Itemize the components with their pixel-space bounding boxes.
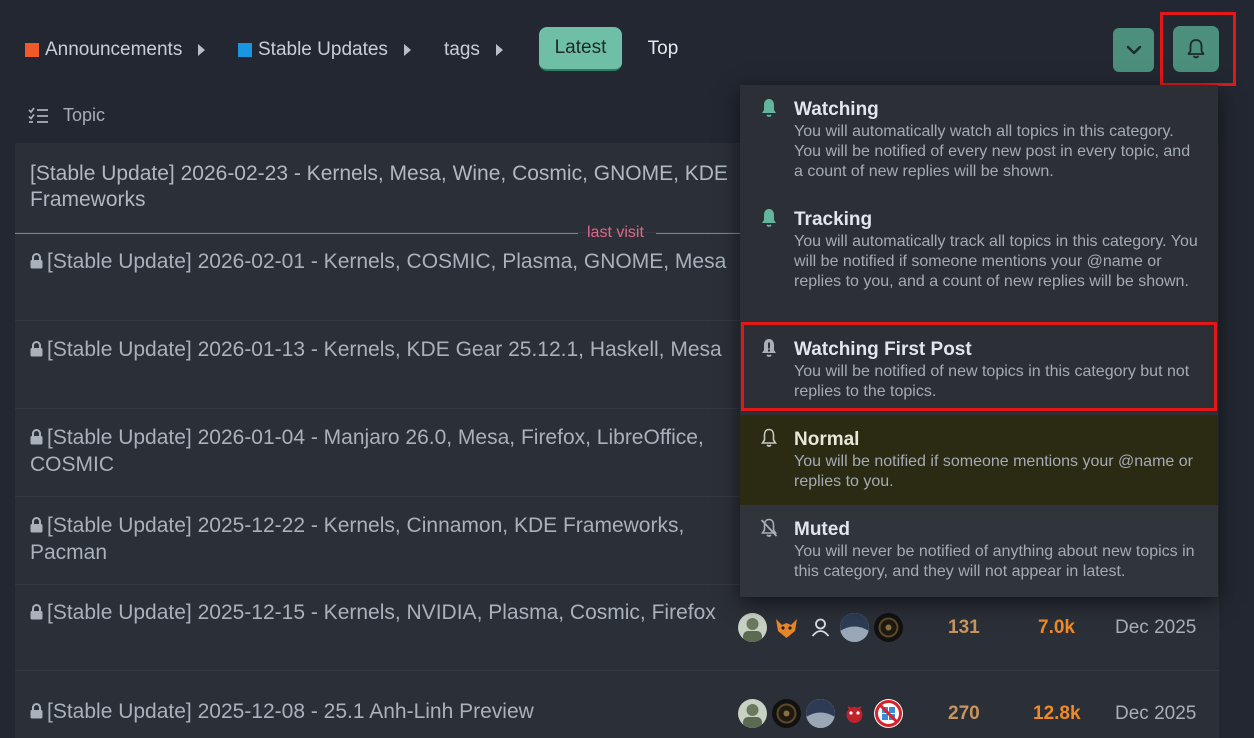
breadcrumb-label: tags (444, 39, 480, 60)
menu-item-normal[interactable]: Normal You will be notified if someone m… (740, 415, 1218, 505)
category-color-swatch (238, 43, 252, 57)
avatar[interactable] (874, 699, 903, 728)
category-dropdown-button[interactable] (1113, 28, 1154, 72)
lock-icon (30, 250, 43, 276)
bell-slash-icon (760, 518, 778, 543)
activity-date[interactable]: Dec 2025 (1115, 703, 1196, 725)
menu-item-description: You will be notified if someone mentions… (794, 453, 1193, 490)
bulk-select-icon[interactable] (28, 106, 49, 124)
breadcrumb-tags[interactable]: tags (444, 38, 503, 62)
bell-outline-icon (760, 428, 778, 453)
breadcrumb-stable-updates[interactable]: Stable Updates (238, 38, 411, 62)
avatar[interactable] (874, 613, 903, 642)
topic-title-text[interactable]: [Stable Update] 2026-01-13 - Kernels, KD… (47, 338, 722, 361)
lock-icon (30, 426, 43, 452)
topic-title-text[interactable]: [Stable Update] 2025-12-22 - Kernels, Ci… (30, 514, 684, 564)
highlight-box (741, 322, 1217, 411)
lock-icon (30, 700, 43, 726)
lock-icon (30, 601, 43, 627)
topic-title[interactable]: [Stable Update] 2026-01-13 - Kernels, KD… (30, 337, 730, 364)
caret-right-icon (198, 44, 206, 56)
divider-line (656, 233, 740, 234)
avatar[interactable] (806, 613, 835, 642)
menu-item-description: You will never be notified of anything a… (794, 543, 1195, 580)
tab-top[interactable]: Top (640, 27, 686, 71)
topic-title-text[interactable]: [Stable Update] 2026-01-04 - Manjaro 26.… (30, 426, 704, 476)
menu-item-description: You will automatically track all topics … (794, 233, 1198, 290)
table-row[interactable]: [Stable Update] 2025-12-08 - 25.1 Anh-Li… (15, 671, 1219, 738)
replies-count[interactable]: 270 (948, 703, 980, 725)
menu-item-tracking[interactable]: Tracking You will automatically track al… (740, 195, 1218, 323)
bell-icon (760, 98, 778, 123)
menu-item-watching[interactable]: Watching You will automatically watch al… (740, 85, 1218, 195)
avatar[interactable] (840, 613, 869, 642)
topic-list-header: Topic (0, 88, 740, 142)
last-visit-divider: last visit (15, 224, 740, 244)
avatar[interactable] (772, 699, 801, 728)
menu-item-description: You will automatically watch all topics … (794, 123, 1191, 180)
menu-item-title: Watching (794, 99, 879, 120)
topic-posters (738, 699, 903, 728)
menu-item-title: Tracking (794, 209, 873, 230)
topic-title[interactable]: [Stable Update] 2025-12-22 - Kernels, Ci… (30, 513, 730, 566)
topic-title-text[interactable]: [Stable Update] 2026-02-23 - Kernels, Me… (30, 162, 728, 211)
bell-outline-icon (1187, 39, 1205, 59)
lock-icon (30, 338, 43, 364)
topic-title-text[interactable]: [Stable Update] 2026-02-01 - Kernels, CO… (47, 250, 726, 273)
bell-icon (760, 208, 778, 233)
topic-title[interactable]: [Stable Update] 2026-01-04 - Manjaro 26.… (30, 425, 730, 478)
topic-title[interactable]: [Stable Update] 2025-12-15 - Kernels, NV… (30, 600, 730, 627)
menu-item-title: Muted (794, 519, 850, 540)
avatar[interactable] (806, 699, 835, 728)
topic-title-text[interactable]: [Stable Update] 2025-12-08 - 25.1 Anh-Li… (47, 700, 534, 723)
topic-column-header[interactable]: Topic (63, 105, 105, 126)
breadcrumb-label: Stable Updates (258, 39, 388, 60)
breadcrumb-announcements[interactable]: Announcements (25, 38, 206, 62)
topic-title[interactable]: [Stable Update] 2026-02-23 - Kernels, Me… (30, 161, 730, 213)
divider-line (15, 233, 578, 234)
views-count: 12.8k (1033, 703, 1081, 724)
menu-item-title: Normal (794, 429, 860, 450)
category-color-swatch (25, 43, 39, 57)
chevron-down-icon (1126, 45, 1141, 55)
caret-right-icon (495, 44, 503, 56)
avatar[interactable] (738, 699, 767, 728)
lock-icon (30, 514, 43, 540)
topic-title[interactable]: [Stable Update] 2026-02-01 - Kernels, CO… (30, 249, 730, 276)
menu-item-muted[interactable]: Muted You will never be notified of anyt… (740, 505, 1218, 597)
avatar[interactable] (772, 613, 801, 642)
avatar[interactable] (840, 699, 869, 728)
breadcrumb-label: Announcements (45, 39, 183, 60)
topic-title-text[interactable]: [Stable Update] 2025-12-15 - Kernels, NV… (47, 601, 716, 624)
avatar[interactable] (738, 613, 767, 642)
topic-title[interactable]: [Stable Update] 2025-12-08 - 25.1 Anh-Li… (30, 699, 730, 726)
replies-count[interactable]: 131 (948, 617, 980, 639)
views-count: 7.0k (1038, 617, 1075, 638)
caret-right-icon (403, 44, 411, 56)
notification-level-button[interactable] (1173, 26, 1219, 72)
topic-posters (738, 613, 903, 642)
activity-date[interactable]: Dec 2025 (1115, 617, 1196, 639)
tab-latest[interactable]: Latest (539, 27, 622, 71)
table-row[interactable]: [Stable Update] 2025-12-15 - Kernels, NV… (15, 585, 1219, 671)
last-visit-label: last visit (587, 224, 644, 241)
